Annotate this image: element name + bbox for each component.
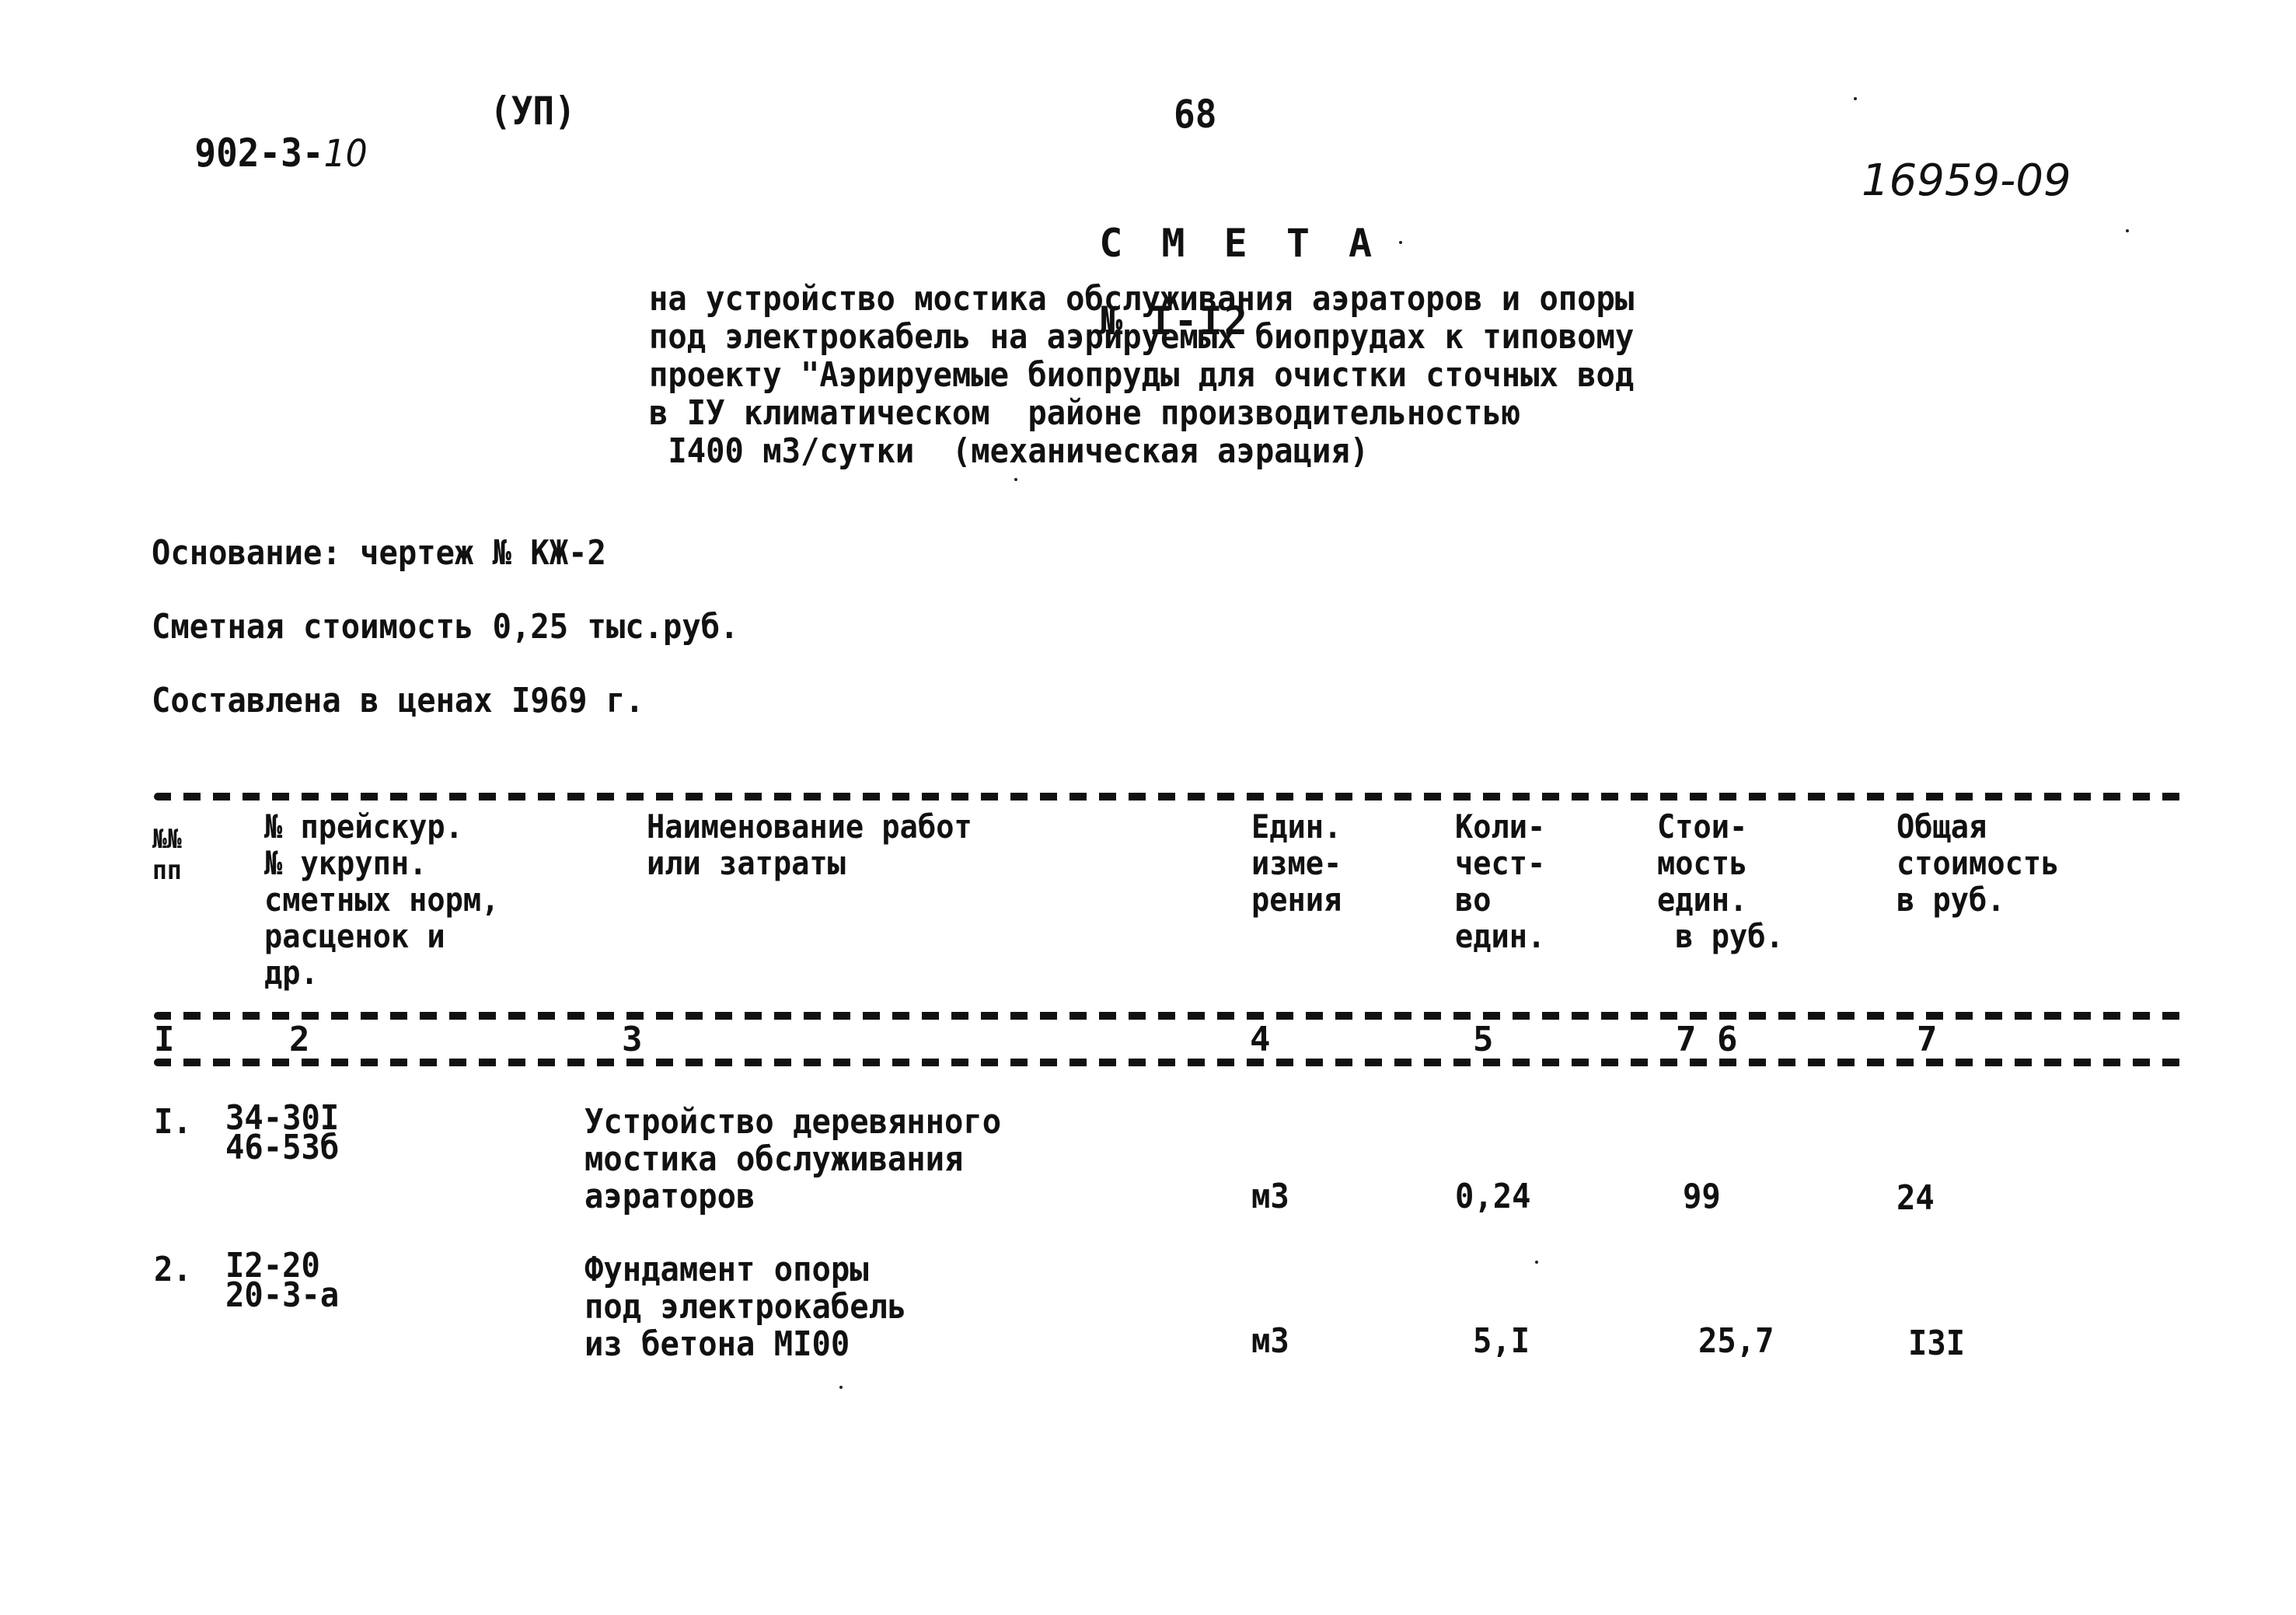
column-number: 3 [622, 1020, 643, 1059]
album-number: (УП) [490, 89, 576, 134]
row-unit: м3 [1251, 1321, 1289, 1361]
header-col-2: № прейскур. № укрупн. сметных норм, расц… [264, 808, 500, 992]
header-col-7: Общая стоимость в руб. [1896, 808, 2060, 919]
document-code-suffix: 10 [323, 132, 368, 176]
row-number: 2. [154, 1250, 192, 1289]
description-line: на устройство мостика обслуживания аэрат… [649, 279, 1635, 319]
row-unit-cost: 99 [1683, 1177, 1721, 1216]
estimated-cost-line: Сметная стоимость 0,25 тыс.руб. [152, 607, 739, 647]
inventory-number: 16959-09 [1862, 155, 2071, 206]
description-line: под электрокабель на аэрируемых биопруда… [649, 317, 1635, 357]
scan-speck [1399, 241, 1402, 244]
prices-year-line: Составлена в ценах I969 г. [152, 681, 644, 720]
column-number: I [154, 1020, 175, 1059]
header-bottom-divider [154, 1012, 2183, 1020]
column-number: 4 [1250, 1020, 1271, 1059]
document-code: 902-3-10 [152, 95, 368, 176]
row-unit: м3 [1251, 1177, 1289, 1216]
scan-speck [1535, 1261, 1538, 1264]
header-col-5: Коли- чест- во един. [1455, 808, 1546, 955]
row-codes: I2-20 20-3-а [225, 1246, 340, 1315]
header-col-4: Един. изме- рения [1251, 808, 1342, 919]
description-line: в IУ климатическом районе производительн… [649, 393, 1521, 433]
basis-line: Основание: чертеж № КЖ-2 [152, 533, 606, 573]
header-col-1: №№ пп [152, 824, 182, 886]
row-quantity: 0,24 [1455, 1177, 1531, 1216]
row-total-cost: I3I [1908, 1324, 1966, 1363]
estimate-description: на устройство мостика обслуживания аэрат… [649, 280, 1634, 470]
header-col-3: Наименование работ или затраты [647, 808, 972, 882]
row-name: Устройство деревянного мостика обслужива… [584, 1102, 1002, 1216]
column-number: 7 6 [1676, 1020, 1738, 1059]
column-numbers-divider [154, 1059, 2183, 1066]
row-quantity: 5,I [1473, 1321, 1530, 1361]
row-total-cost: 24 [1896, 1178, 1935, 1218]
column-number: 7 [1917, 1020, 1938, 1059]
column-number: 2 [289, 1020, 310, 1059]
scan-speck [1014, 478, 1017, 481]
row-name: Фундамент опоры под электрокабель из бет… [584, 1250, 907, 1364]
document-code-prefix: 902-3- [194, 131, 324, 176]
row-number: I. [154, 1102, 192, 1142]
row-unit-cost: 25,7 [1698, 1321, 1774, 1361]
description-line: I400 м3/сутки (механическая аэрация) [649, 431, 1370, 471]
header-col-6: Стои- мость един. в руб. [1657, 808, 1784, 955]
scan-speck [2126, 229, 2129, 232]
table-top-divider [154, 793, 2183, 801]
scan-speck [839, 1386, 843, 1389]
scan-speck [1854, 97, 1857, 100]
column-number: 5 [1473, 1020, 1494, 1059]
title-label: С М Е Т А [1099, 221, 1380, 266]
row-codes: 34-30I 46-53б [225, 1098, 340, 1167]
description-line: проекту "Аэрируемые биопруды для очистки… [649, 355, 1635, 395]
page-number: 68 [1174, 92, 1217, 137]
